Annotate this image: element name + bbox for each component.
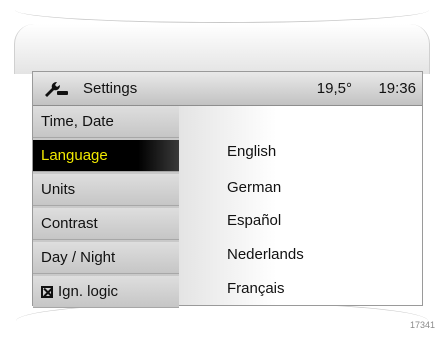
menu-item-label: Time, Date xyxy=(41,113,114,130)
display-screen: Settings 19,5° 19:36 Time, Date Language… xyxy=(32,71,423,308)
header-bar: Settings 19,5° 19:36 xyxy=(33,72,422,106)
menu-item-language[interactable]: Language xyxy=(33,140,179,172)
language-option-english[interactable]: English xyxy=(227,143,276,160)
clock-readout: 19:36 xyxy=(378,80,416,97)
language-option-espanol[interactable]: Español xyxy=(227,212,281,229)
language-option-german[interactable]: German xyxy=(227,179,281,196)
menu-item-label: Units xyxy=(41,181,76,198)
language-list-panel: English German Español Nederlands França… xyxy=(179,106,422,305)
menu-item-time-date[interactable]: Time, Date xyxy=(33,106,179,138)
menu-item-label: Contrast xyxy=(41,215,98,232)
language-option-francais[interactable]: Français xyxy=(227,280,285,297)
settings-menu: Time, Date Language Units Contrast Day /… xyxy=(33,106,179,308)
menu-item-label: Language xyxy=(41,147,108,164)
page-title: Settings xyxy=(83,80,138,97)
menu-item-contrast[interactable]: Contrast xyxy=(33,208,179,240)
menu-item-label: Ign. logic xyxy=(58,283,119,300)
menu-item-units[interactable]: Units xyxy=(33,174,179,206)
language-option-nederlands[interactable]: Nederlands xyxy=(227,246,304,263)
settings-wrench-icon xyxy=(45,81,68,97)
menu-item-day-night[interactable]: Day / Night xyxy=(33,242,179,274)
menu-item-label: Day / Night xyxy=(41,249,116,266)
bezel-shade xyxy=(14,24,430,74)
checkbox-checked-icon[interactable] xyxy=(41,285,53,298)
temperature-readout: 19,5° xyxy=(316,80,352,97)
image-code: 17341 xyxy=(409,320,435,330)
bezel-top-edge xyxy=(15,10,429,23)
menu-item-ign-logic[interactable]: Ign. logic xyxy=(33,276,179,308)
